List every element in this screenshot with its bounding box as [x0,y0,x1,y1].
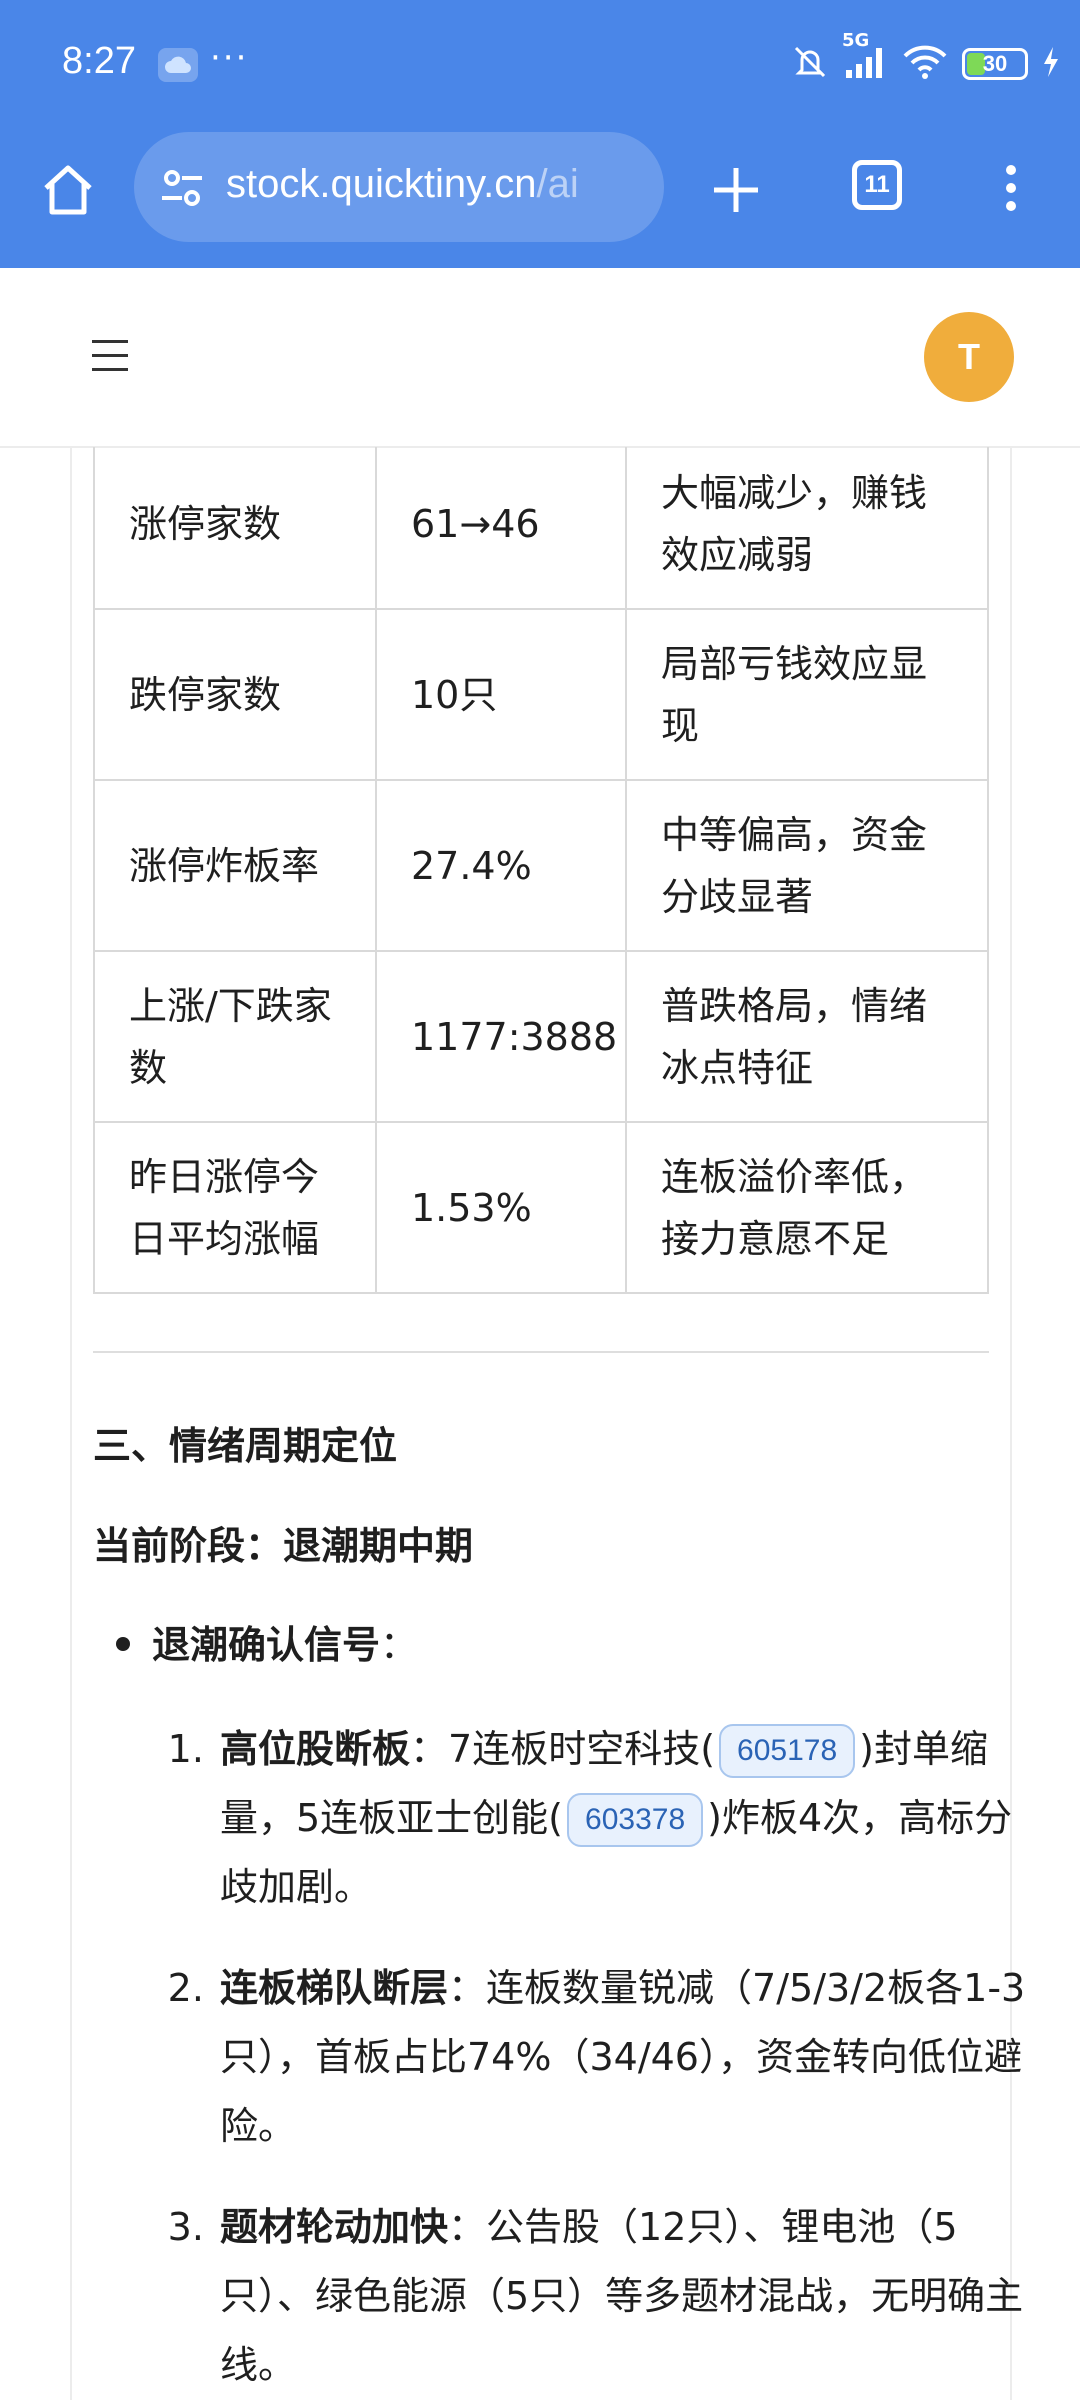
metric-cell: 上涨/下跌家数 [93,950,377,1123]
value-cell: 27.4% [375,779,627,952]
bullet-icon [116,1637,130,1651]
status-time: 8:27 [62,40,136,82]
new-tab-button[interactable] [706,160,766,224]
home-button[interactable] [38,160,98,220]
site-settings-icon[interactable] [160,168,204,212]
section-heading: 三、情绪周期定位 [93,1424,398,1468]
signal-title: 题材轮动加快 [220,2205,449,2249]
note-cell: 局部亏钱效应显现 [625,608,989,781]
network-type: 5G [842,30,870,51]
table-row: 涨停家数 61→46 大幅减少，赚钱效应减弱 [93,447,989,610]
metric-cell: 跌停家数 [93,608,377,781]
value-cell: 61→46 [375,447,627,610]
metric-cell: 涨停家数 [93,447,377,610]
bullet-colon: ： [380,1623,419,1667]
signal-colon: ： [448,1966,487,2010]
table-row: 涨停炸板率 27.4% 中等偏高，资金分歧显著 [93,779,989,952]
cloud-icon [158,48,198,82]
metric-cell: 昨日涨停今日平均涨幅 [93,1121,377,1294]
bullet-title: 退潮确认信号 [152,1623,381,1667]
list-item: 高位股断板：7连板时空科技(605178)封单缩量，5连板亚士创能(603378… [216,1715,1046,1922]
signals-list: 高位股断板：7连板时空科技(605178)封单缩量，5连板亚士创能(603378… [160,1715,1046,2400]
metrics-table: 涨停家数 61→46 大幅减少，赚钱效应减弱 跌停家数 10只 局部亏钱效应显现… [93,447,989,1294]
signal-title: 连板梯队断层 [220,1966,449,2010]
hamburger-menu-icon[interactable] [92,338,132,378]
browser-chrome: 8:27 ··· 5G 30 stock.quicktiny.cn/ai 11 [0,0,1080,268]
table-row: 昨日涨停今日平均涨幅 1.53% 连板溢价率低，接力意愿不足 [93,1121,989,1294]
value-cell: 10只 [375,608,627,781]
battery-level: 30 [982,51,1008,76]
signal-text: 7连板时空科技( [448,1727,716,1771]
value-cell: 1177:3888 [375,950,627,1123]
list-item: 连板梯队断层：连板数量锐减（7/5/3/2板各1-3只），首板占比74%（34/… [216,1954,1046,2161]
browser-toolbar: stock.quicktiny.cn/ai 11 [0,130,1080,268]
url-host: stock.quicktiny.cn [226,162,537,206]
metric-cell: 涨停炸板率 [93,779,377,952]
wifi-icon [902,44,948,84]
more-menu-icon[interactable] [996,158,1026,222]
charging-icon [1042,46,1060,82]
more-notifications-icon: ··· [210,38,249,78]
table-row: 上涨/下跌家数 1177:3888 普跌格局，情绪冰点特征 [93,950,989,1123]
url-path: /ai [536,162,579,206]
address-bar[interactable]: stock.quicktiny.cn/ai [134,132,664,242]
note-cell: 中等偏高，资金分歧显著 [625,779,989,952]
avatar[interactable]: T [924,312,1014,402]
url-text: stock.quicktiny.cn/ai [226,162,579,207]
section-divider [93,1351,989,1353]
status-bar: 8:27 ··· 5G 30 [0,0,1080,130]
tab-switcher-button[interactable]: 11 [852,160,902,210]
stock-code-chip[interactable]: 605178 [719,1724,856,1778]
signal-icon: 5G [842,30,888,84]
battery-icon: 30 [962,48,1028,80]
signal-title: 高位股断板 [220,1727,411,1771]
signal-colon: ： [410,1727,449,1771]
current-stage-label: 当前阶段：退潮期中期 [93,1524,474,1568]
bullet-item: 退潮确认信号： [152,1614,418,1669]
mute-icon [790,42,830,86]
note-cell: 普跌格局，情绪冰点特征 [625,950,989,1123]
signal-colon: ： [448,2205,487,2249]
list-item: 题材轮动加快：公告股（12只）、锂电池（5只）、绿色能源（5只）等多题材混战，无… [216,2193,1046,2400]
status-indicators: 5G 30 [790,30,1060,86]
note-cell: 连板溢价率低，接力意愿不足 [625,1121,989,1294]
article-content: 涨停家数 61→46 大幅减少，赚钱效应减弱 跌停家数 10只 局部亏钱效应显现… [0,447,1080,2400]
table-row: 跌停家数 10只 局部亏钱效应显现 [93,608,989,781]
value-cell: 1.53% [375,1121,627,1294]
app-header: T [0,268,1080,448]
note-cell: 大幅减少，赚钱效应减弱 [625,447,989,610]
stock-code-chip[interactable]: 603378 [567,1793,704,1847]
